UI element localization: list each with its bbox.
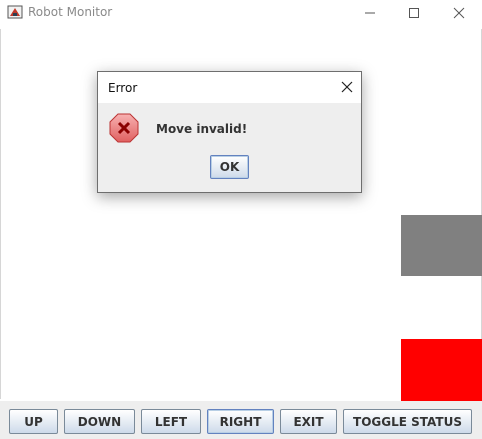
minimize-button[interactable] (347, 0, 393, 26)
dialog-message: Move invalid! (156, 122, 248, 136)
dialog-close-icon[interactable] (337, 77, 357, 97)
left-button[interactable]: LEFT (141, 409, 201, 434)
close-icon (453, 4, 465, 23)
up-button[interactable]: UP (9, 409, 58, 434)
down-button[interactable]: DOWN (64, 409, 135, 434)
error-dialog: Error Move invalid! OK (97, 71, 362, 193)
error-icon (109, 113, 139, 143)
ok-button[interactable]: OK (210, 155, 249, 179)
right-button[interactable]: RIGHT (207, 409, 274, 434)
close-button[interactable] (436, 0, 482, 26)
dialog-title: Error (108, 81, 138, 95)
exit-button[interactable]: EXIT (280, 409, 337, 434)
minimize-icon (364, 4, 376, 23)
toggle-status-button[interactable]: TOGGLE STATUS (343, 409, 472, 434)
app-icon (7, 4, 23, 20)
window-title: Robot Monitor (28, 5, 113, 19)
maximize-button[interactable] (391, 0, 437, 26)
maximize-icon (408, 4, 420, 23)
window-titlebar: Robot Monitor (0, 0, 482, 26)
red-block (401, 339, 482, 401)
gray-block (401, 215, 482, 276)
dialog-titlebar: Error (98, 72, 361, 103)
control-button-bar: UP DOWN LEFT RIGHT EXIT TOGGLE STATUS (0, 401, 482, 439)
